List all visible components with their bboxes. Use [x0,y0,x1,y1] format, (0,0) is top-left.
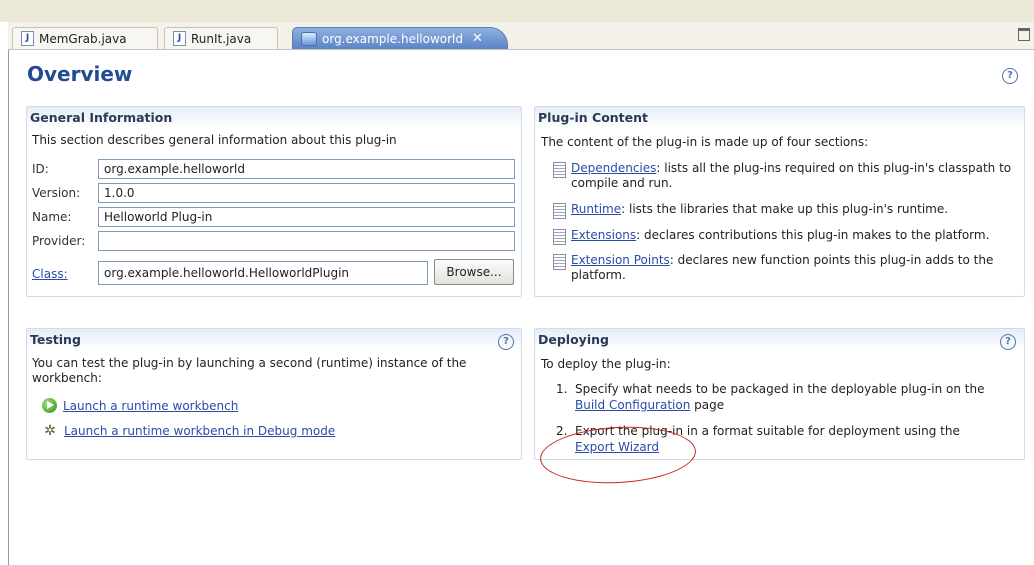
testing-section: Testing [26,328,522,460]
step-text: Specify what needs to be packaged in the… [575,382,985,396]
tab-label: org.example.helloworld [322,31,463,46]
tab-memgrab-java[interactable]: J MemGrab.java [12,27,158,49]
section-title: Plug-in Content [538,110,649,125]
java-file-icon: J [21,31,34,46]
runtime-link[interactable]: Runtime [571,202,621,216]
section-title: Testing [30,332,81,347]
extension-points-link[interactable]: Extension Points [571,253,670,267]
run-icon [42,398,57,413]
deploy-step-1: 1. Specify what needs to be packaged in … [556,381,1016,415]
step-text-after: page [690,398,725,412]
tab-label: MemGrab.java [39,31,127,46]
page-icon [553,254,566,270]
extensions-link[interactable]: Extensions [571,228,636,242]
page-icon [553,229,566,245]
version-label: Version: [32,186,81,200]
content-item-extensions: Extensions: declares contributions this … [553,228,1023,245]
tab-plugin-overview[interactable]: org.example.helloworld ✕ [292,27,508,49]
maximize-icon[interactable] [1018,28,1030,41]
general-description: This section describes general informati… [32,133,397,147]
name-field[interactable] [98,207,515,227]
browse-button[interactable]: Browse... [434,259,514,285]
testing-description: You can test the plug-in by launching a … [32,356,467,385]
step-number: 1. [556,382,568,396]
launch-debug-link[interactable]: Launch a runtime workbench in Debug mode [64,424,335,438]
page-title: Overview [27,62,133,86]
class-field[interactable] [98,261,428,285]
content-description: The content of the plug-in is made up of… [541,135,869,149]
name-label: Name: [32,210,72,224]
help-icon[interactable]: ? [1002,68,1018,84]
content-item-extension-points: Extension Points: declares new function … [553,253,1023,283]
dependencies-link[interactable]: Dependencies [571,161,656,175]
debug-bug-icon: ✲ [44,423,56,439]
runtime-text: : lists the libraries that make up this … [621,202,949,216]
version-field[interactable] [98,183,515,203]
plugin-manifest-icon [301,31,317,46]
id-label: ID: [32,162,49,176]
content-item-runtime: Runtime: lists the libraries that make u… [553,202,1023,219]
tab-runit-java[interactable]: J RunIt.java [164,27,278,49]
page-icon [553,203,566,219]
launch-runtime-link[interactable]: Launch a runtime workbench [63,399,238,413]
tab-label: RunIt.java [191,31,252,46]
build-configuration-link[interactable]: Build Configuration [575,398,690,412]
java-file-icon: J [173,31,186,46]
id-field[interactable] [98,159,515,179]
help-icon[interactable]: ? [1000,334,1016,350]
provider-field[interactable] [98,231,515,251]
launch-runtime-row: Launch a runtime workbench [42,398,238,413]
launch-debug-row: ✲ Launch a runtime workbench in Debug mo… [42,423,335,439]
editor-tab-bar: J MemGrab.java J RunIt.java org.example.… [8,22,1034,50]
section-title: General Information [30,110,173,125]
section-title: Deploying [538,332,609,347]
provider-label: Provider: [32,234,86,248]
editor-left-border [8,22,9,565]
class-link[interactable]: Class: [32,267,68,281]
content-item-dependencies: Dependencies: lists all the plug-ins req… [553,161,1023,191]
deploying-description: To deploy the plug-in: [541,357,671,371]
extensions-text: : declares contributions this plug-in ma… [636,228,990,242]
close-icon[interactable]: ✕ [472,31,483,46]
workbench-toolbar-strip [0,0,1034,22]
page-icon [553,162,566,178]
help-icon[interactable]: ? [498,334,514,350]
